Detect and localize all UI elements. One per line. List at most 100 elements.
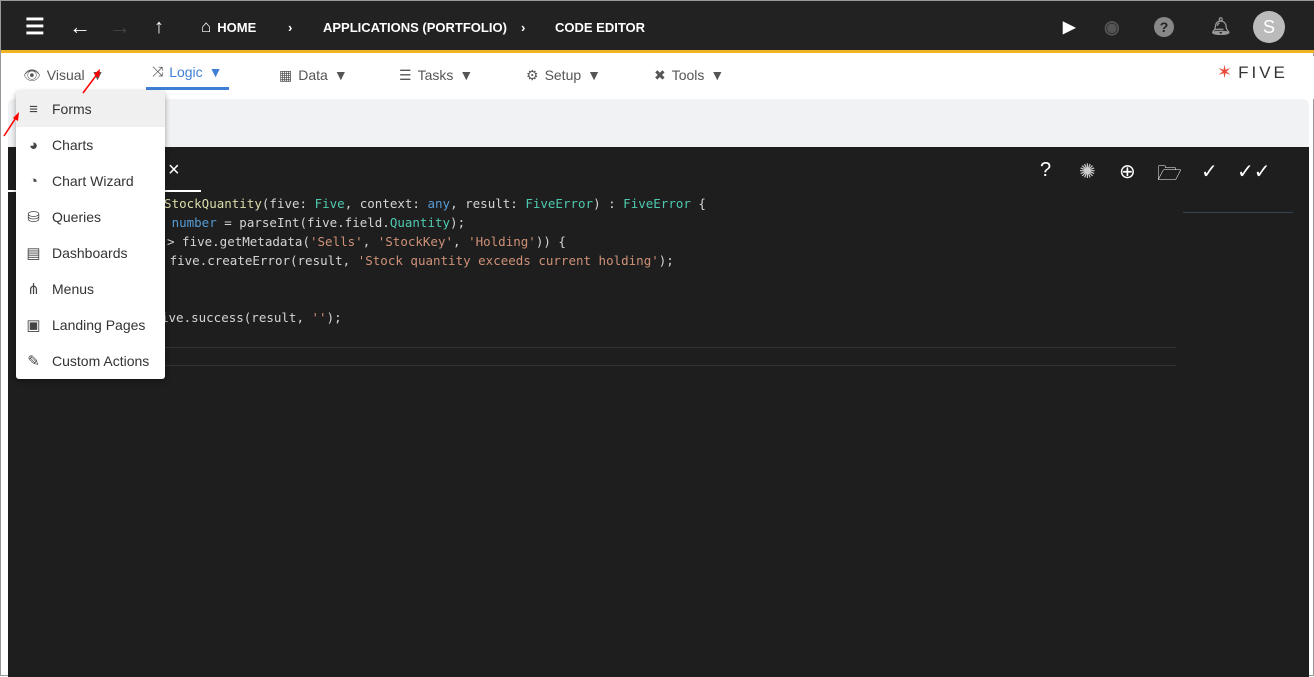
item-label: Custom Actions (52, 353, 150, 369)
dropdown-item-landing-pages[interactable]: ▣ Landing Pages (16, 307, 165, 343)
code-token: FiveError (525, 196, 594, 211)
code-token: ckStockQuantity (149, 196, 262, 211)
code-token: '' (311, 310, 327, 325)
code-token: ); (450, 215, 466, 230)
code-token: number (171, 215, 217, 230)
annotation-arrows (3, 69, 100, 137)
chart-wizard-icon: ◔ (28, 172, 39, 190)
custom-action-icon: ✎ (27, 353, 40, 370)
dropdown-item-menus[interactable]: ⋔ Menus (16, 271, 165, 307)
run-icon[interactable]: ▶ (1063, 1, 1075, 53)
dropdown-item-custom-actions[interactable]: ✎ Custom Actions (16, 343, 165, 379)
add-circle-icon[interactable]: ⊕ (1119, 159, 1136, 184)
logic-icon: ⤨ (152, 63, 164, 79)
code-token: 'StockKey' (377, 234, 454, 249)
menu-data[interactable]: ▦ Data ▼ (279, 56, 348, 94)
code-token: , (453, 234, 469, 249)
code-token: { (690, 196, 706, 211)
caret-down-icon: ▼ (333, 67, 348, 83)
code-token: , result: (450, 196, 526, 211)
gear-icon: ⚙ (526, 66, 539, 83)
chevron-right-icon: › (288, 19, 293, 35)
code-line: > five.getMetadata('Sells', 'StockKey', … (167, 234, 566, 249)
code-editor[interactable]: × ? ✺ ⊕ 🗁︎ ✓ ✓✓ ckStockQuantity(five: Fi… (8, 147, 1309, 677)
code-line: rn five.createError(result, 'Stock quant… (147, 253, 674, 268)
code-token: Quantity (389, 215, 451, 230)
menu-bar: 👁︎Visual▼ ⤨Logic▼ ▦Data▼ ☰Tasks▼ ⚙Setup▼… (1, 56, 1314, 99)
menu-label: Logic (169, 63, 203, 80)
menu-tools[interactable]: ✖ Tools ▼ (654, 56, 724, 94)
debug-run-icon[interactable]: ◉ (1104, 1, 1120, 53)
dropdown-item-chart-wizard[interactable]: ◔ Chart Wizard (16, 163, 165, 199)
code-token: , (362, 234, 378, 249)
check-icon[interactable]: ✓ (1201, 159, 1218, 184)
arrow-to-visual-caret (82, 72, 99, 94)
code-line: ive.success(result, ''); (161, 310, 342, 325)
sitemap-icon: ⋔ (27, 281, 40, 298)
caret-down-icon: ▼ (587, 67, 602, 83)
breadcrumb-home[interactable]: ⌂ HOME (201, 1, 256, 53)
back-arrow-icon[interactable]: ← (69, 1, 91, 53)
caret-down-icon: ▼ (208, 63, 223, 80)
code-token: any (427, 196, 451, 211)
table-icon: ▦ (279, 66, 293, 83)
code-token: > five.getMetadata( (167, 234, 310, 249)
code-token: ); (326, 310, 342, 325)
item-label: Landing Pages (52, 317, 146, 333)
item-label: Queries (52, 209, 102, 225)
up-arrow-icon[interactable]: ↑ (154, 1, 164, 53)
dropdown-item-dashboards[interactable]: ▤ Dashboards (16, 235, 165, 271)
code-token: ); (658, 253, 674, 268)
code-token: ) : (593, 196, 624, 211)
code-line: ckStockQuantity(five: Five, context: any… (149, 196, 706, 211)
item-label: Chart Wizard (52, 173, 134, 189)
breadcrumb-applications[interactable]: APPLICATIONS (PORTFOLIO) (323, 1, 507, 53)
caret-down-icon: ▼ (710, 67, 725, 83)
code-token: (five: (261, 196, 315, 211)
landing-page-icon: ▣ (26, 317, 41, 334)
breadcrumb-code-editor: CODE EDITOR (555, 19, 646, 35)
chevron-right-icon: › (521, 19, 526, 35)
help-icon[interactable]: ? (1154, 1, 1174, 53)
menu-setup[interactable]: ⚙ Setup ▼ (526, 56, 601, 94)
menu-label: Tools (671, 67, 705, 83)
code-line: y: number = parseInt(five.field.Quantity… (149, 215, 465, 230)
code-token: , context: (344, 196, 428, 211)
code-token: )) { (535, 234, 566, 249)
menu-tasks[interactable]: ☰ Tasks ▼ (399, 56, 473, 94)
code-token: five.createError(result, (162, 253, 358, 268)
brain-icon[interactable]: ✺ (1079, 159, 1096, 184)
code-token: ive.success(result, (161, 310, 312, 325)
minimap[interactable] (1183, 193, 1293, 213)
open-folder-icon[interactable]: 🗁︎ (1157, 159, 1182, 193)
breadcrumb-label: HOME (217, 19, 257, 35)
menu-label: Data (298, 67, 328, 83)
avatar-letter: S (1253, 11, 1285, 43)
code-token: 'Sells' (310, 234, 363, 249)
five-logo: ✶ FIVE (1217, 62, 1288, 82)
forward-arrow-icon[interactable]: → (109, 1, 131, 53)
item-label: Dashboards (52, 245, 128, 261)
code-token: FiveError (623, 196, 691, 211)
dashboard-icon: ▤ (26, 245, 41, 262)
top-bar: ☰ ← → ↑ ⌂ HOME › APPLICATIONS (PORTFOLIO)… (1, 1, 1314, 53)
item-label: Menus (52, 281, 95, 297)
code-token: = parseInt(five.field. (216, 215, 390, 230)
close-tab-icon[interactable]: × (168, 159, 180, 182)
avatar[interactable]: S (1253, 1, 1285, 53)
menu-label: Tasks (417, 67, 454, 83)
menu-label: Setup (544, 67, 582, 83)
tools-icon: ✖ (654, 66, 666, 83)
hamburger-menu-icon[interactable]: ☰ (25, 1, 45, 53)
caret-down-icon: ▼ (459, 67, 474, 83)
divider (148, 347, 1176, 348)
code-token: Five (314, 196, 345, 211)
ai-help-icon[interactable]: ? (1040, 159, 1051, 182)
menu-logic[interactable]: ⤨ Logic ▼ (146, 56, 229, 90)
home-icon: ⌂ (201, 17, 212, 36)
bell-icon[interactable]: 🔔︎ (1210, 1, 1232, 53)
dropdown-item-queries[interactable]: ⛁ Queries (16, 199, 165, 235)
double-check-icon[interactable]: ✓✓ (1237, 159, 1271, 184)
code-token: 'Stock quantity exceeds current holding' (357, 253, 659, 268)
divider (148, 365, 1176, 366)
